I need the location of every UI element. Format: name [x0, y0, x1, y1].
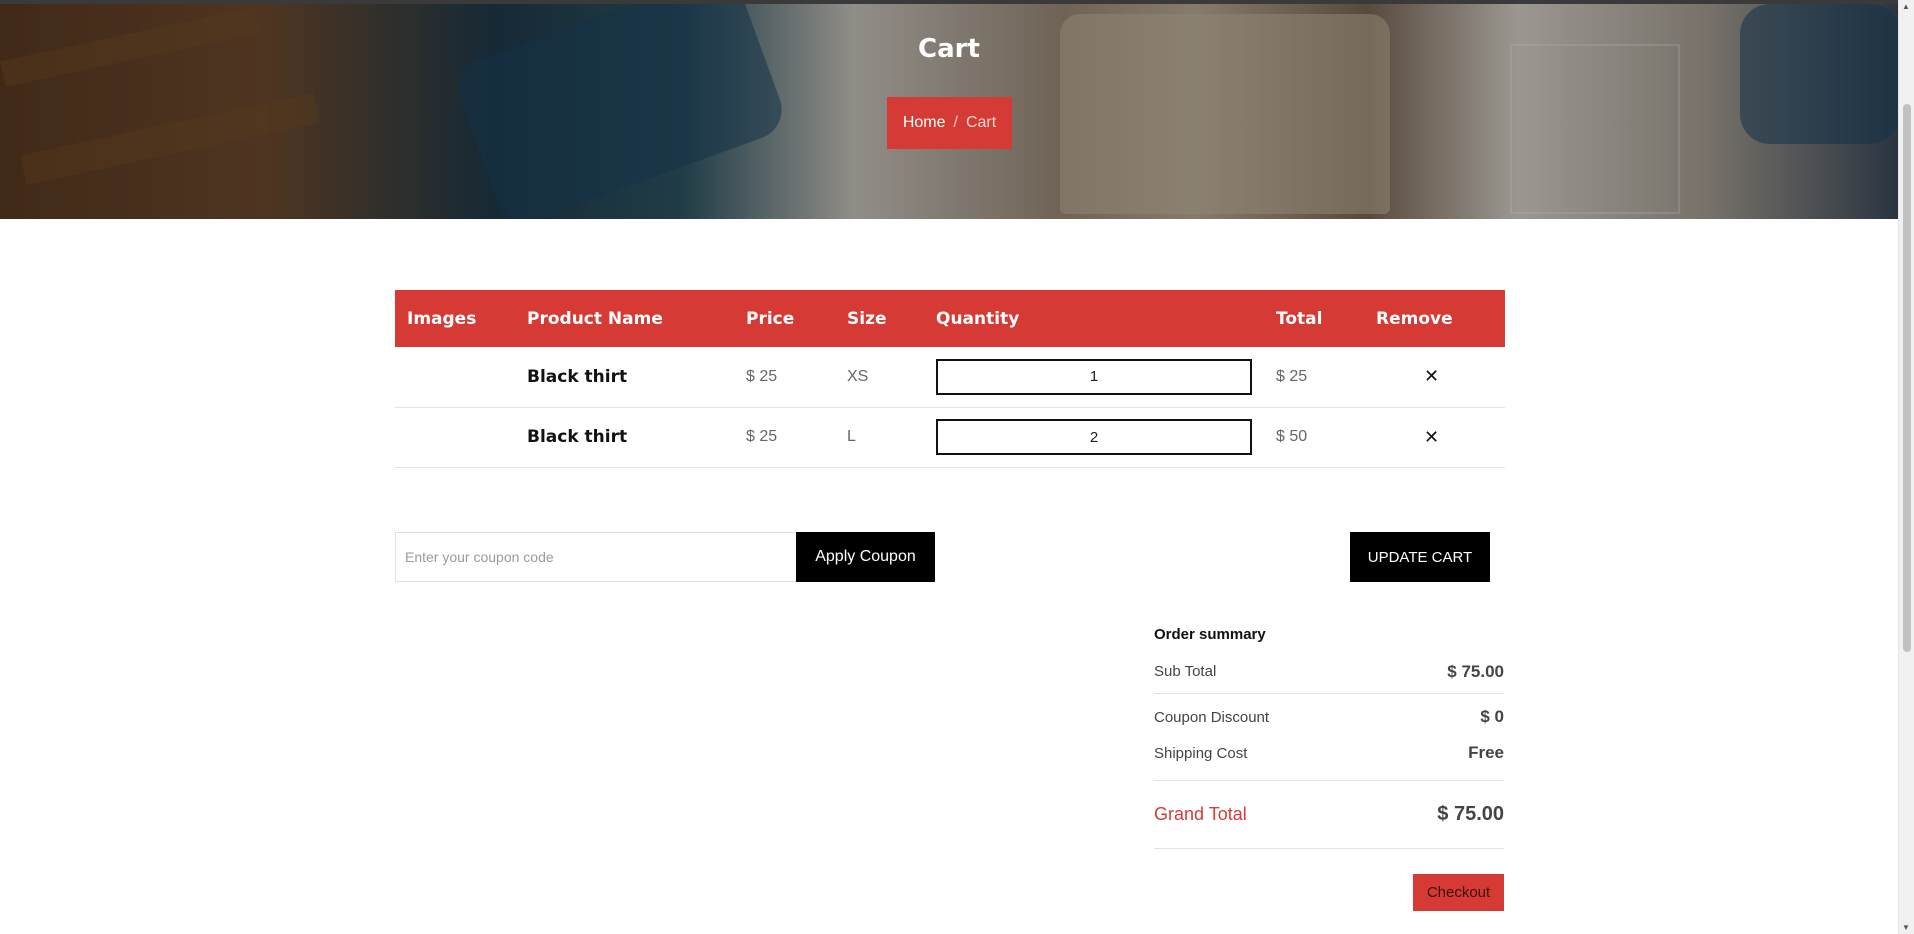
product-size: L [835, 407, 924, 468]
header-total: Total [1264, 290, 1364, 347]
table-header-row: Images Product Name Price Size Quantity … [395, 290, 1505, 347]
product-size: XS [835, 347, 924, 408]
scrollbar-thumb[interactable] [1903, 104, 1911, 652]
remove-icon[interactable]: ✕ [1424, 427, 1439, 448]
product-name[interactable]: Black thirt [515, 407, 734, 468]
apply-coupon-button[interactable]: Apply Coupon [796, 532, 935, 582]
breadcrumb-separator: / [953, 114, 958, 131]
checkout-button[interactable]: Checkout [1413, 874, 1504, 911]
header-remove: Remove [1364, 290, 1505, 347]
remove-cell: ✕ [1364, 407, 1505, 468]
product-price: $ 25 [734, 407, 835, 468]
hero-banner: Cart Home / Cart [0, 4, 1898, 219]
product-total: $ 50 [1264, 407, 1364, 468]
table-row: Black thirt $ 25 XS $ 25 ✕ [395, 347, 1505, 408]
header-size: Size [835, 290, 924, 347]
product-total: $ 25 [1264, 347, 1364, 408]
header-product-name: Product Name [515, 290, 734, 347]
breadcrumb-current: Cart [965, 114, 997, 131]
vertical-scrollbar[interactable]: ▲ ▼ [1898, 0, 1914, 934]
product-price: $ 25 [734, 347, 835, 408]
coupon-discount-label: Coupon Discount [1154, 708, 1270, 726]
update-cart-button[interactable]: UPDATE CART [1350, 532, 1490, 582]
quantity-cell [924, 407, 1264, 468]
shipping-value: Free [1468, 743, 1504, 762]
page-title: Cart [918, 34, 980, 64]
coupon-discount-value: $ 0 [1480, 707, 1504, 726]
order-summary: Order summary Sub Total $ 75.00 Coupon D… [1154, 626, 1504, 849]
subtotal-value: $ 75.00 [1447, 661, 1504, 681]
coupon-discount-row: Coupon Discount $ 0 [1154, 696, 1504, 738]
breadcrumb: Home / Cart [887, 97, 1012, 149]
grand-total-label: Grand Total [1154, 804, 1247, 824]
grand-total-row: Grand Total $ 75.00 [1154, 781, 1504, 849]
scroll-up-arrow-icon[interactable]: ▲ [1902, 2, 1910, 11]
order-summary-title: Order summary [1154, 626, 1266, 643]
shipping-label: Shipping Cost [1154, 744, 1248, 762]
scroll-down-arrow-icon[interactable]: ▼ [1902, 923, 1910, 932]
cart-table: Images Product Name Price Size Quantity … [395, 290, 1505, 468]
breadcrumb-home-link[interactable]: Home [903, 114, 946, 132]
header-images: Images [395, 290, 515, 347]
subtotal-label: Sub Total [1154, 663, 1217, 680]
product-image-cell [395, 407, 515, 468]
header-price: Price [734, 290, 835, 347]
table-row: Black thirt $ 25 L $ 50 ✕ [395, 407, 1505, 468]
product-name[interactable]: Black thirt [515, 347, 734, 408]
quantity-input[interactable] [936, 419, 1252, 455]
product-image-cell [395, 347, 515, 408]
grand-total-value: $ 75.00 [1437, 803, 1504, 825]
remove-icon[interactable]: ✕ [1424, 366, 1439, 387]
remove-cell: ✕ [1364, 347, 1505, 408]
quantity-cell [924, 347, 1264, 408]
shipping-row: Shipping Cost Free [1154, 738, 1504, 781]
subtotal-row: Sub Total $ 75.00 [1154, 650, 1504, 694]
header-quantity: Quantity [924, 290, 1264, 347]
coupon-code-input[interactable] [395, 532, 797, 582]
quantity-input[interactable] [936, 358, 1252, 395]
